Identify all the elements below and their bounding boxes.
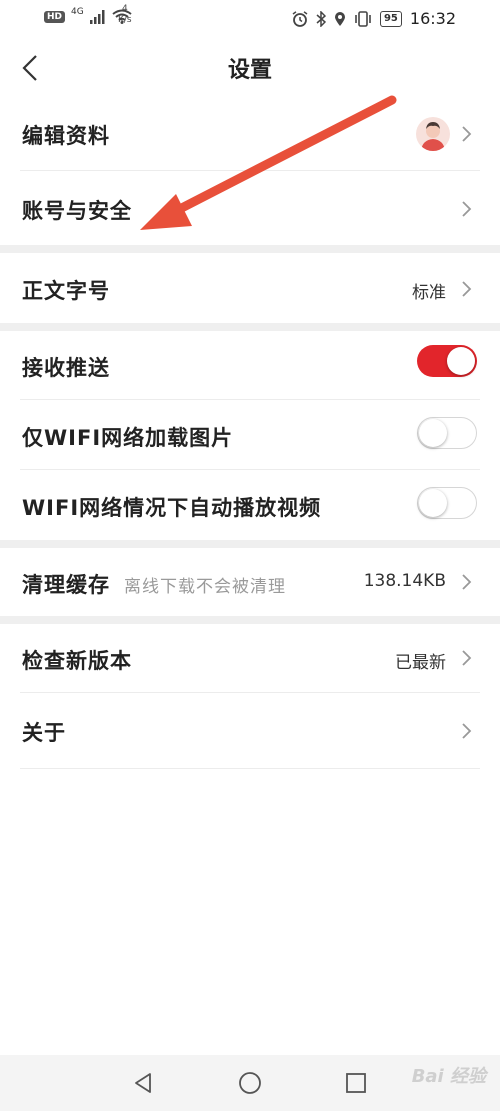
section-gap (0, 323, 500, 331)
bluetooth-icon (316, 10, 326, 27)
toggle-knob (447, 347, 475, 375)
wifi-autoplay-toggle[interactable] (417, 487, 477, 519)
settings-row-account-security[interactable]: 账号与安全 (0, 171, 500, 245)
push-label: 接收推送 (22, 356, 110, 380)
chevron-right-icon (462, 126, 472, 142)
wifi-images-label: 仅WIFI网络加载图片 (22, 426, 234, 450)
settings-row-check-update[interactable]: 检查新版本 已最新 (0, 624, 500, 692)
settings-row-font-size[interactable]: 正文字号 标准 (0, 253, 500, 323)
wifi-autoplay-label: WIFI网络情况下自动播放视频 (22, 496, 322, 520)
hd-badge: HD (44, 10, 66, 23)
chevron-right-icon (462, 723, 472, 739)
edit-profile-label: 编辑资料 (22, 124, 110, 148)
chevron-right-icon (462, 201, 472, 217)
signal-icon (89, 9, 105, 24)
location-icon (334, 11, 345, 26)
settings-row-push: 接收推送 (0, 331, 500, 399)
nav-home-icon[interactable] (238, 1071, 262, 1095)
check-update-label: 检查新版本 (22, 649, 132, 673)
settings-row-wifi-autoplay: WIFI网络情况下自动播放视频 (0, 470, 500, 540)
settings-row-wifi-images: 仅WIFI网络加载图片 (0, 400, 500, 469)
settings-row-about[interactable]: 关于 (0, 693, 500, 768)
section-gap (0, 616, 500, 624)
wifi-images-toggle[interactable] (417, 417, 477, 449)
clear-cache-hint: 离线下载不会被清理 (124, 577, 286, 597)
alarm-icon (292, 10, 308, 27)
clock: 16:32 (409, 9, 456, 28)
account-security-label: 账号与安全 (22, 199, 132, 223)
chevron-right-icon (462, 650, 472, 666)
cache-size-value: 138.14KB (363, 571, 446, 591)
avatar[interactable] (416, 117, 450, 151)
clear-cache-label: 清理缓存 (22, 573, 110, 597)
network-label: 4G (71, 6, 84, 17)
about-label: 关于 (22, 721, 66, 745)
status-bar: HD 4G 4 K/s 95 16:32 (0, 0, 500, 38)
page-title: 设置 (227, 58, 272, 83)
speed-value: 4 (121, 4, 128, 14)
nav-recents-icon[interactable] (344, 1071, 368, 1095)
toggle-knob (419, 419, 447, 447)
font-size-label: 正文字号 (22, 279, 110, 303)
update-status-value: 已最新 (395, 653, 446, 673)
divider (20, 768, 480, 769)
nav-back-icon[interactable] (131, 1071, 155, 1095)
network-speed: 4 K/s (118, 4, 132, 26)
settings-row-edit-profile[interactable]: 编辑资料 (0, 98, 500, 170)
font-size-value: 标准 (412, 283, 446, 303)
vibrate-icon (355, 10, 371, 27)
settings-row-clear-cache[interactable]: 清理缓存 离线下载不会被清理 138.14KB (0, 548, 500, 616)
section-gap (0, 245, 500, 253)
status-right: 95 16:32 (292, 9, 456, 28)
watermark: Bai 经验 (411, 1066, 486, 1087)
user-avatar-icon (421, 122, 445, 151)
title-bar: 设置 (0, 38, 500, 98)
chevron-right-icon (462, 574, 472, 590)
section-gap (0, 540, 500, 548)
push-toggle[interactable] (417, 345, 477, 377)
battery-level: 95 (379, 10, 402, 27)
speed-unit: K/s (118, 15, 132, 25)
toggle-knob (419, 489, 447, 517)
chevron-right-icon (462, 281, 472, 297)
